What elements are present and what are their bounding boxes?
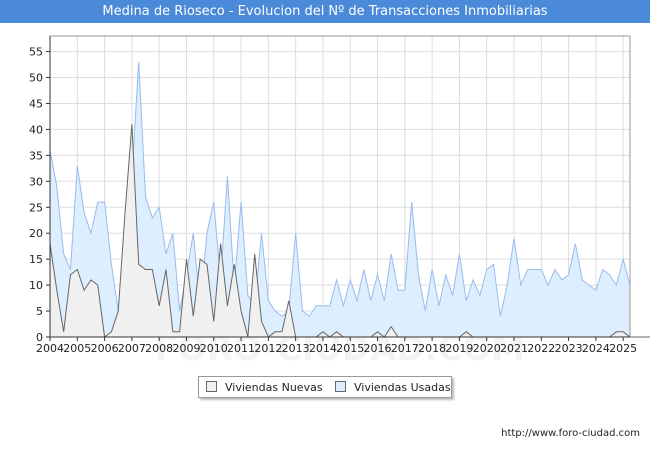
x-tick-label: 2017 bbox=[391, 342, 419, 355]
x-tick-label: 2006 bbox=[91, 342, 119, 355]
x-tick-label: 2019 bbox=[445, 342, 473, 355]
legend-label-nuevas: Viviendas Nuevas bbox=[225, 381, 323, 394]
y-tick-label: 55 bbox=[29, 46, 43, 59]
y-tick-label: 40 bbox=[29, 123, 43, 136]
x-tick-label: 2025 bbox=[609, 342, 637, 355]
x-tick-label: 2010 bbox=[200, 342, 228, 355]
y-tick-label: 30 bbox=[29, 175, 43, 188]
y-tick-label: 25 bbox=[29, 201, 43, 214]
x-tick-label: 2005 bbox=[63, 342, 91, 355]
x-tick-label: 2024 bbox=[582, 342, 610, 355]
legend-item-usadas: Viviendas Usadas bbox=[335, 381, 451, 395]
x-tick-label: 2018 bbox=[418, 342, 446, 355]
y-tick-label: 50 bbox=[29, 72, 43, 85]
x-tick-label: 2009 bbox=[172, 342, 200, 355]
y-tick-label: 45 bbox=[29, 97, 43, 110]
x-tick-label: 2023 bbox=[555, 342, 583, 355]
legend-item-nuevas: Viviendas Nuevas bbox=[206, 381, 323, 395]
x-tick-label: 2021 bbox=[500, 342, 528, 355]
y-tick-label: 10 bbox=[29, 279, 43, 292]
x-tick-label: 2020 bbox=[473, 342, 501, 355]
source-link[interactable]: http://www.foro-ciudad.com bbox=[501, 428, 640, 439]
legend-swatch-nuevas bbox=[206, 381, 217, 392]
legend: Viviendas Nuevas Viviendas Usadas bbox=[198, 376, 452, 398]
x-tick-label: 2011 bbox=[227, 342, 255, 355]
y-tick-label: 5 bbox=[36, 305, 43, 318]
x-tick-label: 2022 bbox=[527, 342, 555, 355]
x-tick-label: 2012 bbox=[254, 342, 282, 355]
legend-swatch-usadas bbox=[335, 381, 346, 392]
y-axis-ticks: 0510152025303540455055 bbox=[29, 46, 50, 344]
x-tick-label: 2016 bbox=[364, 342, 392, 355]
y-tick-label: 35 bbox=[29, 149, 43, 162]
x-tick-label: 2007 bbox=[118, 342, 146, 355]
x-tick-label: 2008 bbox=[145, 342, 173, 355]
y-tick-label: 20 bbox=[29, 227, 43, 240]
y-tick-label: 15 bbox=[29, 253, 43, 266]
x-tick-label: 2013 bbox=[282, 342, 310, 355]
x-tick-label: 2014 bbox=[309, 342, 337, 355]
x-tick-label: 2004 bbox=[36, 342, 64, 355]
x-tick-label: 2015 bbox=[336, 342, 364, 355]
legend-label-usadas: Viviendas Usadas bbox=[354, 381, 451, 394]
